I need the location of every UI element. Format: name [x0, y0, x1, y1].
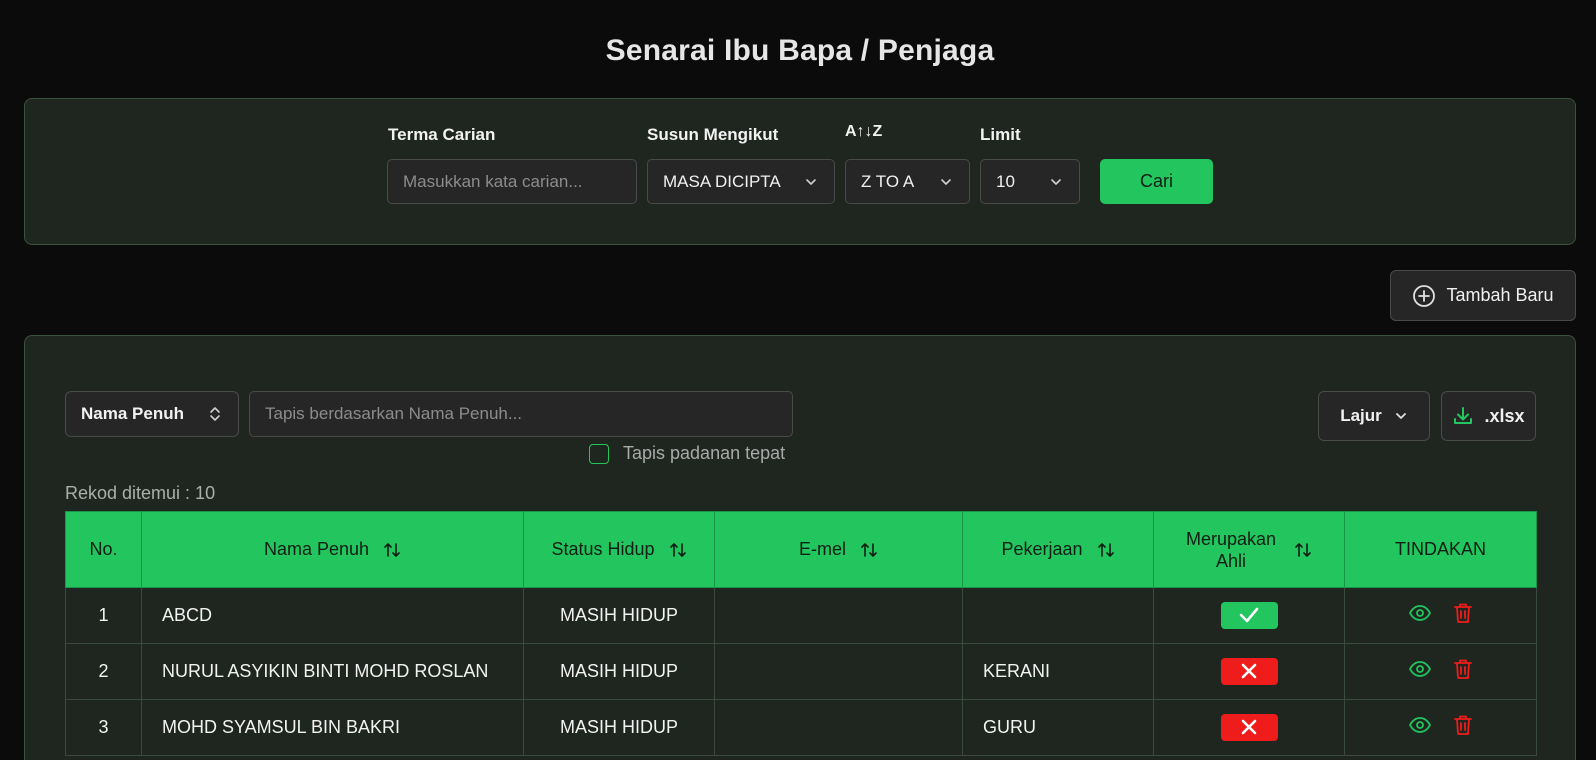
sort-by-label: Susun Mengikut	[647, 125, 779, 144]
cell-job: GURU	[962, 699, 1154, 756]
cell-job	[962, 587, 1154, 644]
filter-input[interactable]	[249, 391, 793, 437]
sort-by-value: MASA DICIPTA	[663, 171, 781, 191]
limit-label: Limit	[980, 125, 1021, 144]
record-count: Rekod ditemui : 10	[65, 483, 216, 503]
cell-member	[1153, 587, 1345, 644]
view-button[interactable]	[1408, 601, 1432, 630]
search-term-input[interactable]	[387, 159, 637, 204]
page-title: Senarai Ibu Bapa / Penjaga	[605, 34, 995, 67]
chevron-up-down-icon	[210, 407, 220, 421]
header-job-label: Pekerjaan	[1001, 539, 1083, 559]
x-icon	[1241, 719, 1257, 735]
cell-email	[714, 587, 963, 644]
chevron-down-icon	[1395, 413, 1406, 419]
x-icon	[1241, 663, 1257, 679]
cell-status: MASIH HIDUP	[523, 587, 715, 644]
search-button-label: Cari	[1139, 171, 1173, 191]
header-member-line2: Ahli	[1215, 550, 1246, 571]
cell-actions	[1344, 699, 1537, 756]
header-member-line1: Merupakan	[1185, 528, 1277, 549]
search-term-label: Terma Carian	[388, 125, 496, 144]
sort-icon[interactable]	[383, 541, 401, 559]
exact-match-checkbox[interactable]	[589, 443, 609, 464]
cell-no: 3	[65, 699, 142, 756]
sort-icon[interactable]	[1097, 541, 1115, 559]
trash-icon[interactable]	[1452, 657, 1474, 681]
exact-match-label: Tapis padanan tepat	[623, 443, 786, 463]
table-row: 1 ABCD MASIH HIDUP	[65, 587, 1537, 644]
header-actions: TINDAKAN	[1344, 511, 1537, 588]
cell-member	[1153, 699, 1345, 756]
member-no-badge	[1220, 657, 1278, 685]
header-name-label: Nama Penuh	[263, 539, 370, 559]
cell-status: MASIH HIDUP	[523, 699, 715, 756]
trash-icon[interactable]	[1452, 713, 1474, 737]
sort-by-select[interactable]: MASA DICIPTA	[647, 159, 835, 204]
order-select[interactable]: Z TO A	[845, 159, 970, 204]
limit-select[interactable]: 10	[980, 159, 1080, 204]
cell-actions	[1344, 643, 1537, 700]
limit-value: 10	[996, 171, 1015, 191]
cell-status: MASIH HIDUP	[523, 643, 715, 700]
view-button[interactable]	[1408, 657, 1432, 686]
header-job[interactable]: Pekerjaan	[962, 511, 1154, 588]
header-email-label: E-mel	[798, 539, 846, 559]
sort-icon[interactable]	[1294, 541, 1312, 559]
download-icon	[1454, 407, 1473, 424]
order-label: A↑↓Z	[845, 123, 883, 140]
add-new-label: Tambah Baru	[1446, 285, 1554, 305]
header-member[interactable]: Merupakan Ahli	[1153, 511, 1345, 588]
header-status[interactable]: Status Hidup	[523, 511, 715, 588]
add-new-button[interactable]: Tambah Baru	[1390, 270, 1576, 321]
cell-email	[714, 699, 963, 756]
filter-column-select[interactable]: Nama Penuh	[65, 391, 239, 437]
cell-job: KERANI	[962, 643, 1154, 700]
order-value: Z TO A	[861, 171, 915, 191]
eye-icon[interactable]	[1408, 601, 1432, 625]
delete-button[interactable]	[1452, 601, 1474, 630]
chevron-down-icon	[806, 178, 816, 185]
search-button[interactable]: Cari	[1100, 159, 1213, 204]
columns-button-label: Lajur	[1340, 406, 1382, 425]
exact-match-toggle[interactable]: Tapis padanan tepat	[589, 443, 785, 464]
header-status-label: Status Hidup	[551, 539, 655, 559]
header-email[interactable]: E-mel	[714, 511, 963, 588]
member-yes-badge	[1220, 601, 1278, 629]
columns-button[interactable]: Lajur	[1318, 391, 1430, 441]
cell-email	[714, 643, 963, 700]
export-xlsx-label: .xlsx	[1484, 405, 1525, 426]
trash-icon[interactable]	[1452, 601, 1474, 625]
view-button[interactable]	[1408, 713, 1432, 742]
header-no: No.	[65, 511, 142, 588]
parents-table: No. Nama Penuh Status Hidup E-mel Pekerj…	[65, 511, 1537, 756]
member-no-badge	[1220, 713, 1278, 741]
table-header-row: No. Nama Penuh Status Hidup E-mel Pekerj…	[65, 511, 1537, 588]
eye-icon[interactable]	[1408, 713, 1432, 737]
header-name[interactable]: Nama Penuh	[141, 511, 524, 588]
delete-button[interactable]	[1452, 657, 1474, 686]
delete-button[interactable]	[1452, 713, 1474, 742]
filter-column-value: Nama Penuh	[81, 404, 184, 423]
table-row: 3 MOHD SYAMSUL BIN BAKRI MASIH HIDUP GURU	[65, 699, 1537, 756]
chevron-down-icon	[941, 178, 951, 185]
cell-no: 1	[65, 587, 142, 644]
cell-name: ABCD	[141, 587, 524, 644]
cell-name: MOHD SYAMSUL BIN BAKRI	[141, 699, 524, 756]
chevron-down-icon	[1051, 178, 1061, 185]
cell-actions	[1344, 587, 1537, 644]
eye-icon[interactable]	[1408, 657, 1432, 681]
cell-no: 2	[65, 643, 142, 700]
export-xlsx-button[interactable]: .xlsx	[1441, 391, 1536, 441]
check-icon	[1239, 607, 1259, 623]
cell-name: NURUL ASYIKIN BINTI MOHD ROSLAN	[141, 643, 524, 700]
plus-circle-icon	[1413, 284, 1436, 307]
sort-icon[interactable]	[860, 541, 878, 559]
sort-icon[interactable]	[669, 541, 687, 559]
table-row: 2 NURUL ASYIKIN BINTI MOHD ROSLAN MASIH HI…	[65, 643, 1537, 700]
cell-member	[1153, 643, 1345, 700]
